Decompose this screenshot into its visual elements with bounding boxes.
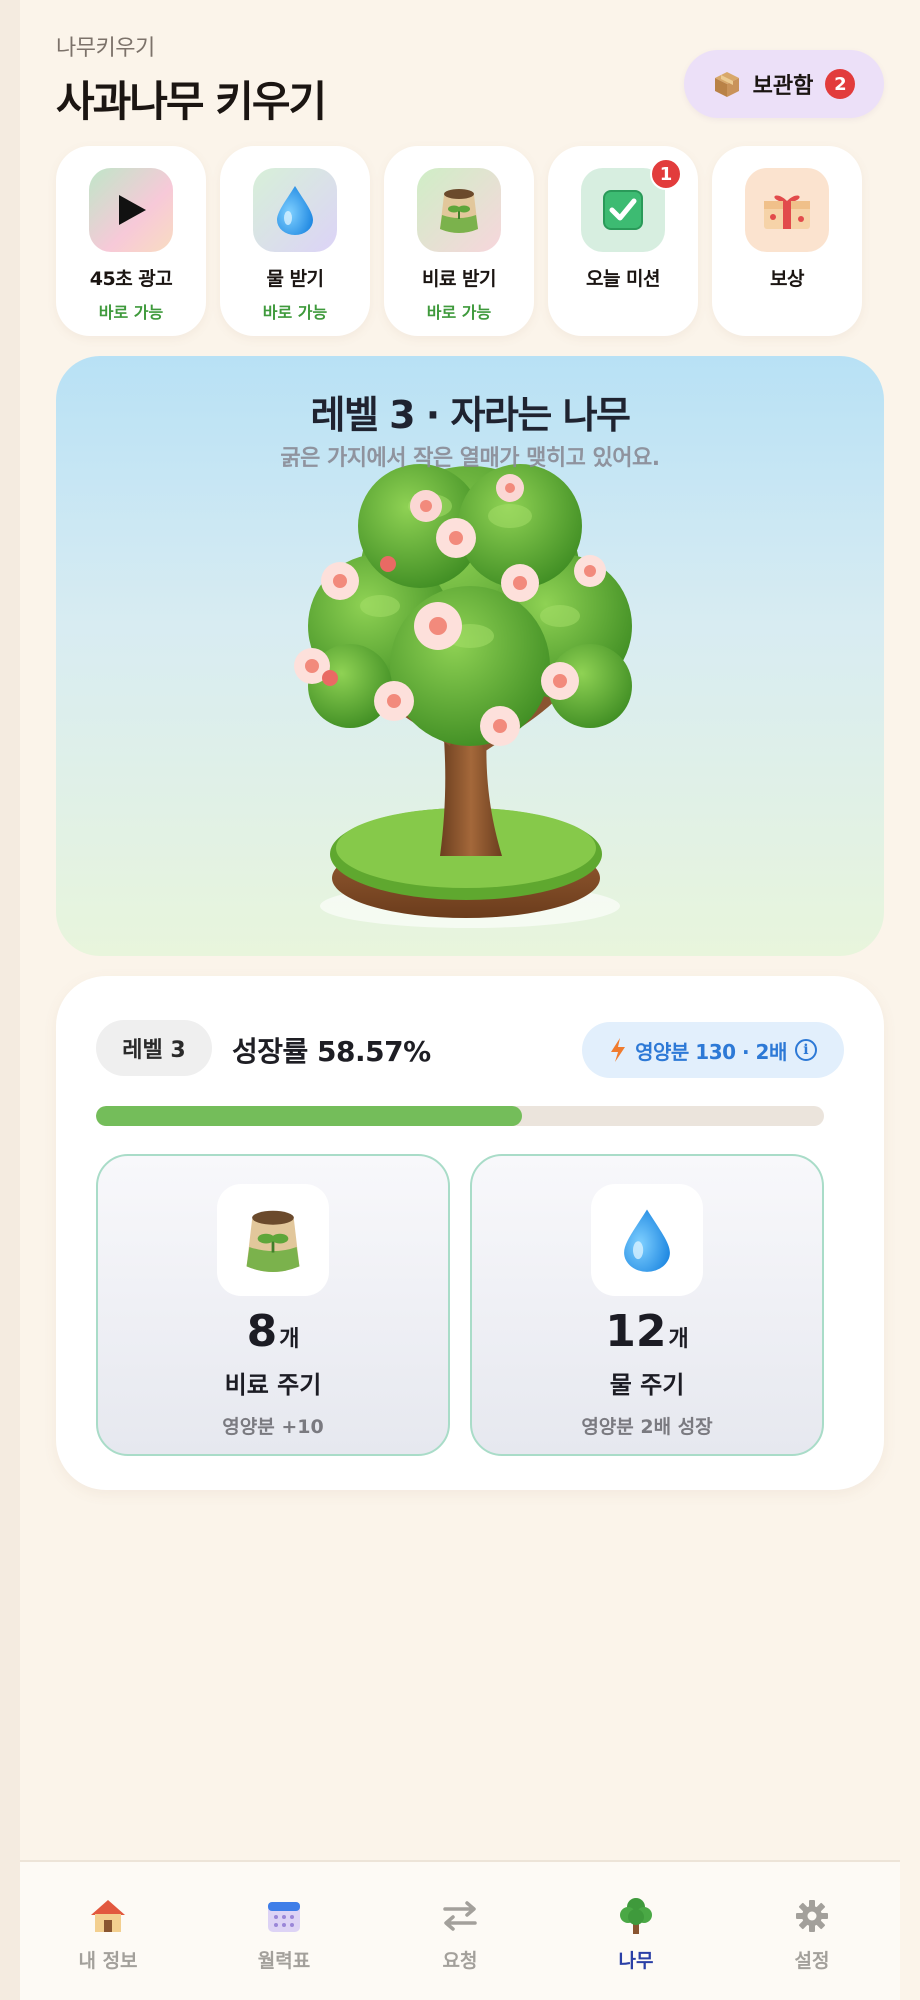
- nutrition-pill[interactable]: 영양분 130 · 2배 i: [582, 1022, 844, 1078]
- nav-item-request[interactable]: 요청: [372, 1862, 548, 2000]
- action-name: 물 받기: [266, 268, 324, 290]
- growth-progress-fill: [96, 1106, 523, 1126]
- nutrition-text: 영양분 130 · 2배: [635, 1039, 787, 1064]
- gear-icon: [792, 1896, 832, 1936]
- fertilizer-bag-icon: [417, 168, 501, 252]
- nav-item-my-info[interactable]: 내 정보: [20, 1862, 196, 2000]
- water-drop-icon: [591, 1184, 703, 1296]
- bottom-nav: 내 정보 월력표 요청 나무 설정: [20, 1860, 900, 2000]
- nav-label: 내 정보: [78, 1950, 138, 1972]
- count-number: 8: [246, 1306, 278, 1357]
- nav-item-settings[interactable]: 설정: [724, 1862, 900, 2000]
- nav-label: 월력표: [257, 1950, 311, 1972]
- level-badge: 레벨 3: [96, 1020, 212, 1076]
- nav-item-calendar[interactable]: 월력표: [196, 1862, 372, 2000]
- apple-tree-illustration: [294, 464, 632, 928]
- action-status: 바로 가능: [98, 303, 164, 322]
- nav-label: 요청: [442, 1950, 478, 1972]
- action-reward-button[interactable]: 보상: [712, 146, 862, 336]
- water-drop-icon: [253, 168, 337, 252]
- lightning-icon: [611, 1038, 626, 1062]
- action-water-button[interactable]: 물 받기 바로 가능: [220, 146, 370, 336]
- growth-panel: 레벨 3 성장률 58.57% 영양분 130 · 2배 i 8 개 비료 주기…: [56, 976, 884, 1490]
- calendar-icon: [264, 1896, 304, 1936]
- fertilizer-bag-icon: [217, 1184, 329, 1296]
- nav-label: 설정: [794, 1950, 830, 1972]
- action-fertilizer-button[interactable]: 비료 받기 바로 가능: [384, 146, 534, 336]
- house-icon: [88, 1896, 128, 1936]
- tree-icon: [616, 1896, 656, 1936]
- item-label: 물 주기: [609, 1371, 685, 1399]
- item-label: 비료 주기: [224, 1371, 322, 1399]
- action-mission-button[interactable]: 오늘 미션 1: [548, 146, 698, 336]
- count-number: 12: [605, 1306, 667, 1357]
- nav-label: 나무: [618, 1950, 654, 1972]
- nav-item-tree[interactable]: 나무: [548, 1862, 724, 2000]
- water-count: 12 개: [605, 1306, 688, 1357]
- give-water-button[interactable]: 12 개 물 주기 영양분 2배 성장: [470, 1154, 824, 1456]
- item-subtext: 영양분 +10: [222, 1416, 324, 1438]
- package-icon: [714, 72, 739, 97]
- quick-actions: 45초 광고 바로 가능 물 받기 바로 가능 비료 받기 바로 가능 오늘 미…: [56, 146, 884, 336]
- action-ad-button[interactable]: 45초 광고 바로 가능: [56, 146, 206, 336]
- growth-progress-bar: [96, 1106, 824, 1126]
- action-name: 비료 받기: [421, 268, 497, 290]
- play-icon: [89, 168, 173, 252]
- action-status: 바로 가능: [262, 303, 328, 322]
- action-name: 45초 광고: [89, 268, 173, 290]
- fertilizer-count: 8 개: [247, 1306, 300, 1357]
- storage-badge: 2: [825, 69, 856, 99]
- tree-scene[interactable]: 레벨 3 · 자라는 나무 굵은 가지에서 작은 열매가 맺히고 있어요.: [56, 356, 884, 956]
- swap-arrows-icon: [440, 1896, 480, 1936]
- scene-description: 굵은 가지에서 작은 열매가 맺히고 있어요.: [280, 446, 660, 471]
- header: 나무키우기 사과나무 키우기 보관함 2: [56, 30, 884, 130]
- storage-label: 보관함: [752, 74, 814, 99]
- info-icon[interactable]: i: [794, 1039, 817, 1061]
- action-name: 보상: [770, 268, 804, 290]
- action-name: 오늘 미션: [585, 268, 661, 290]
- app-root: 나무키우기 사과나무 키우기 보관함 2 45초 광고 바로 가능 물 받기 바…: [20, 0, 920, 2000]
- count-unit: 개: [279, 1327, 300, 1352]
- gift-box-icon: [745, 168, 829, 252]
- give-fertilizer-button[interactable]: 8 개 비료 주기 영양분 +10: [96, 1154, 450, 1456]
- item-subtext: 영양분 2배 성장: [581, 1416, 713, 1438]
- mission-badge: 1: [650, 158, 682, 190]
- action-status: 바로 가능: [426, 303, 492, 322]
- growth-rate: 성장률 58.57%: [232, 1035, 431, 1068]
- storage-button[interactable]: 보관함 2: [684, 50, 884, 118]
- count-unit: 개: [668, 1327, 689, 1352]
